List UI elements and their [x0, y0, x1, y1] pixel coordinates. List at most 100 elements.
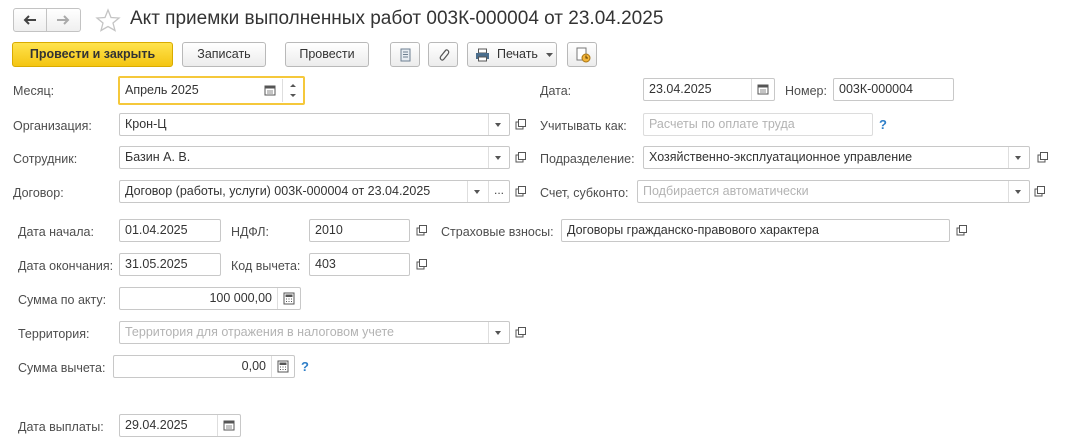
deduction-sum-input[interactable]: 0,00 [113, 355, 295, 378]
date-value: 23.04.2025 [649, 82, 712, 96]
deduction-code-input[interactable]: 403 [309, 253, 410, 276]
employee-open-button[interactable] [511, 146, 529, 169]
contract-dropdown-button[interactable] [467, 181, 488, 202]
insurance-label: Страховые взносы: [441, 225, 554, 239]
number-value: 003К-000004 [839, 82, 914, 96]
contract-label: Договор: [13, 186, 64, 200]
month-calendar-button[interactable] [260, 81, 280, 100]
forward-button[interactable] [47, 8, 81, 32]
favorite-star-icon[interactable] [95, 8, 121, 32]
save-button[interactable]: Записать [182, 42, 266, 67]
employee-value: Базин А. В. [125, 150, 191, 164]
calculator-icon [283, 292, 295, 305]
open-icon [416, 259, 427, 270]
open-icon [515, 152, 526, 163]
document-icon [400, 48, 411, 62]
open-icon [515, 119, 526, 130]
start-date-label: Дата начала: [18, 225, 94, 239]
employee-select[interactable]: Базин А. В. [119, 146, 510, 169]
start-date-value: 01.04.2025 [125, 223, 188, 237]
account-select[interactable]: Подбирается автоматически [637, 180, 1030, 203]
print-button[interactable]: Печать [467, 42, 557, 67]
payment-date-label: Дата выплаты: [18, 420, 104, 434]
act-sum-calculator-button[interactable] [277, 288, 300, 309]
organization-select[interactable]: Крон-Ц [119, 113, 510, 136]
back-button[interactable] [13, 8, 47, 32]
consider-as-placeholder: Расчеты по оплате труда [649, 117, 795, 131]
report-structure-button[interactable] [567, 42, 597, 67]
calculator-icon [277, 360, 289, 373]
open-icon [956, 225, 967, 236]
territory-dropdown-button[interactable] [488, 322, 509, 343]
month-input[interactable]: Апрель 2025 [118, 76, 305, 105]
calendar-icon [223, 420, 235, 431]
contract-select[interactable]: Договор (работы, услуги) 003К-000004 от … [119, 180, 510, 203]
act-sum-label: Сумма по акту: [18, 293, 107, 307]
ndfl-value: 2010 [315, 223, 343, 237]
attach-files-button[interactable] [428, 42, 458, 67]
territory-open-button[interactable] [511, 321, 529, 344]
insurance-open-button[interactable] [952, 219, 970, 242]
ndfl-input[interactable]: 2010 [309, 219, 410, 242]
document-history-icon [576, 47, 591, 63]
act-sum-input[interactable]: 100 000,00 [119, 287, 301, 310]
organization-dropdown-button[interactable] [488, 114, 509, 135]
territory-select[interactable]: Территория для отражения в налоговом уче… [119, 321, 510, 344]
insurance-input[interactable]: Договоры гражданско-правового характера [561, 219, 950, 242]
deduction-code-label: Код вычета: [231, 259, 301, 273]
organization-value: Крон-Ц [125, 117, 167, 131]
deduction-sum-value: 0,00 [241, 359, 266, 373]
calendar-icon [757, 84, 769, 95]
act-sum-value: 100 000,00 [209, 291, 272, 305]
open-icon [1037, 152, 1048, 163]
contract-open-button[interactable] [511, 180, 529, 203]
help-icon[interactable]: ? [301, 359, 309, 374]
page-title: Акт приемки выполненных работ 003К-00000… [130, 8, 664, 29]
account-label: Счет, субконто: [540, 186, 629, 200]
department-label: Подразделение: [540, 152, 635, 166]
account-open-button[interactable] [1030, 180, 1048, 203]
printer-icon [476, 48, 489, 62]
end-date-value: 31.05.2025 [125, 257, 188, 271]
department-value: Хозяйственно-эксплуатационное управление [649, 150, 913, 164]
deduction-code-value: 403 [315, 257, 336, 271]
employee-dropdown-button[interactable] [488, 147, 509, 168]
employee-label: Сотрудник: [13, 152, 78, 166]
account-placeholder: Подбирается автоматически [643, 184, 809, 198]
end-date-input[interactable]: 31.05.2025 [119, 253, 221, 276]
calendar-icon [264, 85, 276, 96]
month-label: Месяц: [13, 84, 55, 98]
spinner-arrows-icon [290, 84, 296, 97]
consider-as-label: Учитывать как: [540, 119, 627, 133]
department-dropdown-button[interactable] [1008, 147, 1029, 168]
account-dropdown-button[interactable] [1008, 181, 1029, 202]
help-icon[interactable]: ? [879, 117, 887, 132]
contract-value: Договор (работы, услуги) 003К-000004 от … [125, 184, 431, 198]
date-calendar-button[interactable] [751, 79, 774, 100]
deduction-sum-calculator-button[interactable] [271, 356, 294, 377]
open-icon [1034, 186, 1045, 197]
date-input[interactable]: 23.04.2025 [643, 78, 775, 101]
consider-as-input: Расчеты по оплате труда [643, 113, 873, 136]
start-date-input[interactable]: 01.04.2025 [119, 219, 221, 242]
number-input[interactable]: 003К-000004 [833, 78, 954, 101]
department-open-button[interactable] [1033, 146, 1051, 169]
post-button[interactable]: Провести [285, 42, 369, 67]
document-list-button[interactable] [390, 42, 420, 67]
month-value: Апрель 2025 [125, 83, 199, 97]
print-label: Печать [497, 47, 538, 61]
ndfl-open-button[interactable] [412, 219, 430, 242]
insurance-value: Договоры гражданско-правового характера [567, 223, 819, 237]
arrow-right-icon [57, 15, 70, 25]
organization-label: Организация: [13, 119, 92, 133]
post-and-close-button[interactable]: Провести и закрыть [12, 42, 173, 67]
contract-select-button[interactable]: ... [488, 181, 509, 202]
department-select[interactable]: Хозяйственно-эксплуатационное управление [643, 146, 1030, 169]
deduction-code-open-button[interactable] [412, 253, 430, 276]
payment-date-calendar-button[interactable] [217, 415, 240, 436]
organization-open-button[interactable] [511, 113, 529, 136]
territory-label: Территория: [18, 327, 90, 341]
payment-date-input[interactable]: 29.04.2025 [119, 414, 241, 437]
deduction-sum-label: Сумма вычета: [18, 361, 106, 375]
month-spin-button[interactable] [282, 79, 303, 102]
